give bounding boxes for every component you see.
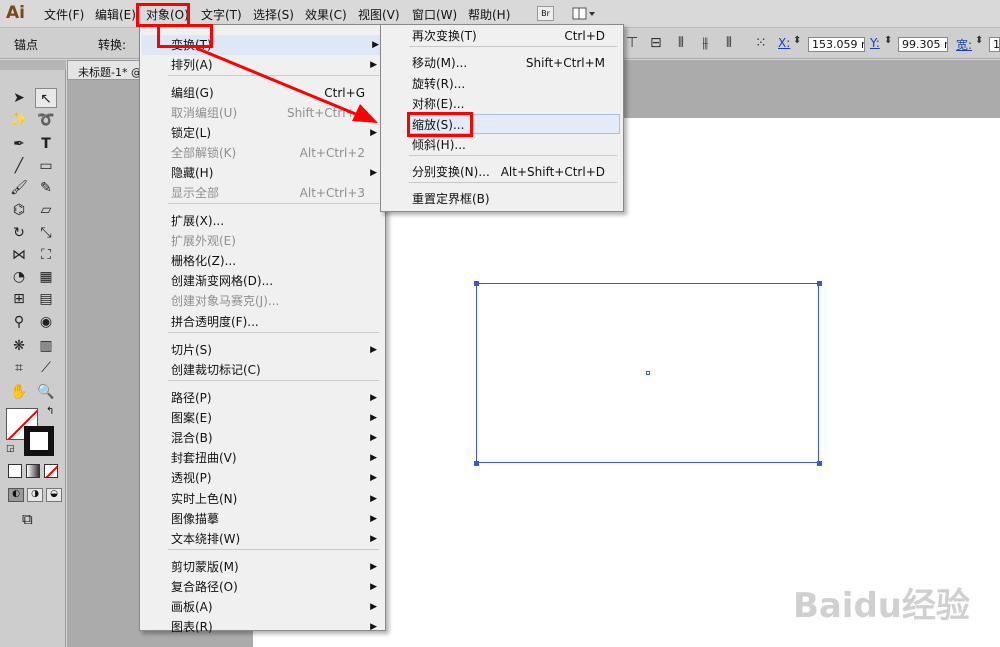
annotation-arrow [195, 46, 378, 123]
